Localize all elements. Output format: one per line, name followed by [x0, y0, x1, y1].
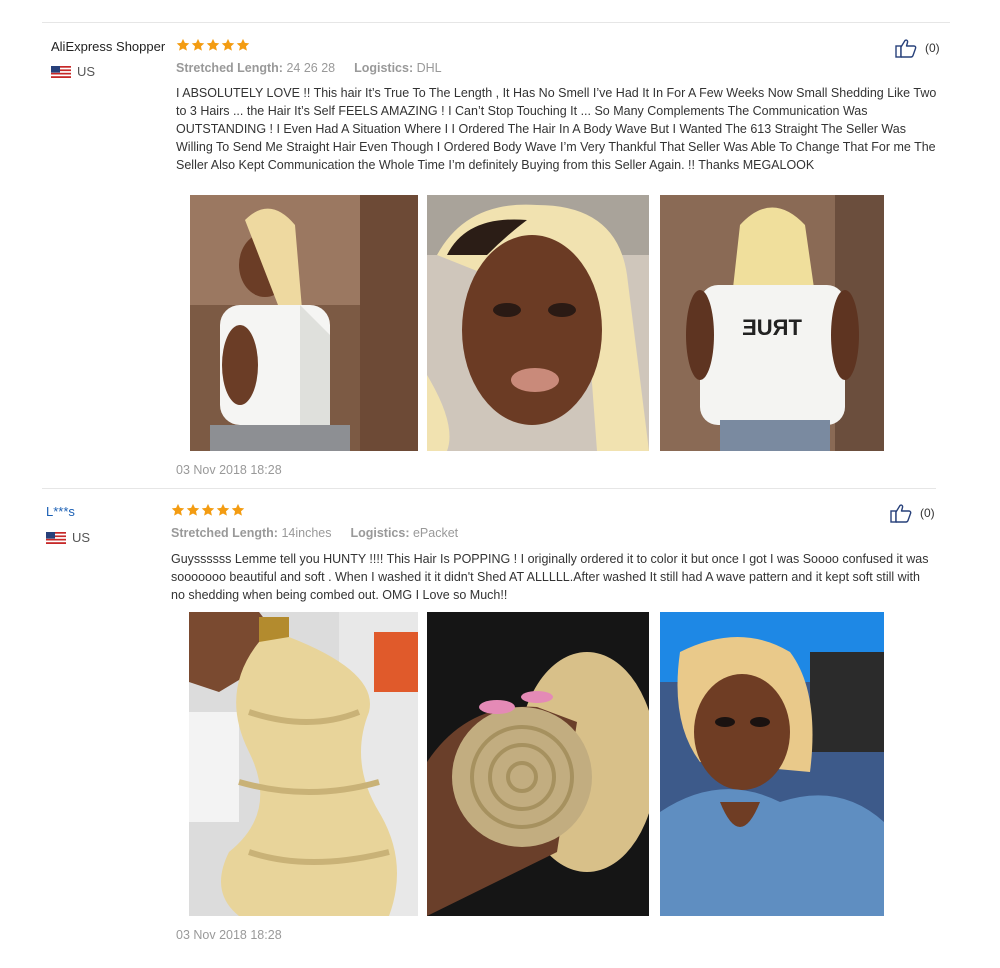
attr-value-length: 24 26 28: [286, 61, 336, 75]
review-attributes: Stretched Length: 14inches Logistics: eP…: [171, 526, 458, 540]
attr-label-length: Stretched Length:: [171, 526, 278, 540]
star-icon: [201, 503, 215, 516]
review-date: 03 Nov 2018 18:28: [176, 463, 282, 477]
attr-value-length: 14inches: [281, 526, 332, 540]
star-icon: [231, 503, 245, 516]
review-photo[interactable]: ƎUЯT: [660, 195, 884, 451]
us-flag-icon: [46, 531, 66, 544]
review-text: I ABSOLUTELY LOVE !! This hair It’s True…: [176, 86, 937, 172]
reviewer-name: AliExpress Shopper: [51, 39, 166, 54]
review-photo[interactable]: [427, 195, 649, 451]
thumbs-up-icon: [890, 504, 912, 523]
reviewer-country: US: [51, 64, 95, 79]
helpful-button[interactable]: (0): [890, 503, 935, 523]
top-divider: [42, 22, 950, 23]
review-divider: [42, 488, 936, 489]
review-photo[interactable]: [660, 612, 884, 916]
attr-value-logistics: DHL: [416, 61, 442, 75]
country-code: US: [72, 530, 91, 545]
review-photo[interactable]: [427, 612, 649, 916]
star-rating: [176, 38, 250, 52]
star-icon: [216, 503, 230, 516]
star-icon: [221, 38, 235, 51]
star-icon: [186, 503, 200, 516]
attr-label-length: Stretched Length:: [176, 61, 283, 75]
us-flag-icon: [51, 65, 71, 78]
review-date: 03 Nov 2018 18:28: [176, 928, 282, 942]
star-icon: [191, 38, 205, 51]
country-code: US: [77, 64, 96, 79]
review-attributes: Stretched Length: 24 26 28 Logistics: DH…: [176, 61, 442, 75]
review-text: Guyssssss Lemme tell you HUNTY !!!! This…: [171, 552, 929, 602]
review-photo[interactable]: [189, 612, 418, 916]
helpful-button[interactable]: (0): [895, 38, 940, 58]
star-icon: [171, 503, 185, 516]
star-rating: [171, 503, 245, 517]
attr-label-logistics: Logistics:: [354, 61, 414, 75]
star-icon: [206, 38, 220, 51]
thumbs-up-icon: [895, 39, 917, 58]
attr-label-logistics: Logistics:: [350, 526, 410, 540]
reviewer-country: US: [46, 530, 90, 545]
reviewer-name[interactable]: L***s: [46, 504, 75, 519]
helpful-count: (0): [920, 506, 935, 520]
attr-value-logistics: ePacket: [412, 526, 459, 540]
helpful-count: (0): [925, 41, 940, 55]
svg-text:ƎUЯT: ƎUЯT: [742, 315, 802, 340]
review-photo[interactable]: [190, 195, 418, 451]
star-icon: [236, 38, 250, 51]
star-icon: [176, 38, 190, 51]
